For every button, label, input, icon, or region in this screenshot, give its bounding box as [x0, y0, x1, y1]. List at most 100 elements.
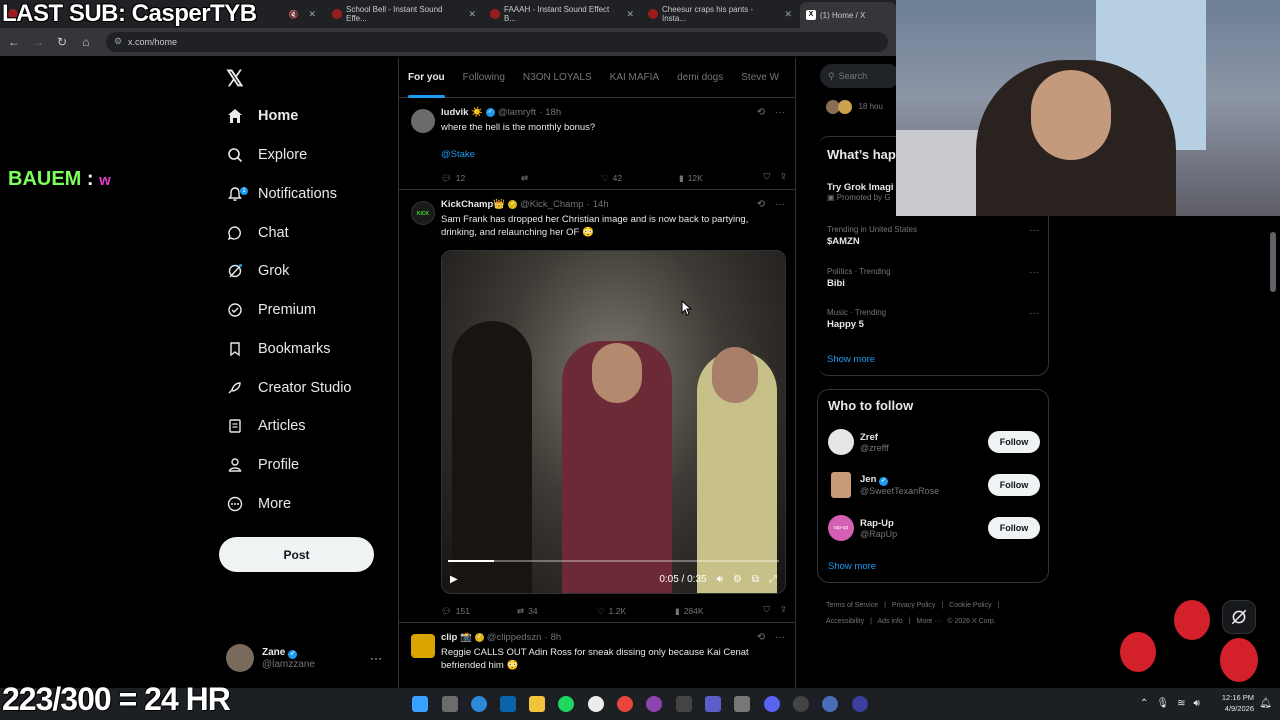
tweet[interactable]: clip 📸 ✓ @clippedszn · 8h ⟲ ··· Reggie C… — [399, 624, 795, 698]
share-icon[interactable]: ⇪ — [780, 604, 787, 615]
microphone-icon[interactable]: 🎙︎ — [1156, 698, 1169, 709]
x-logo-icon[interactable]: 𝕏 — [226, 66, 250, 91]
teams-icon[interactable] — [705, 696, 721, 712]
tweet-avatar[interactable] — [411, 634, 435, 658]
reply-action[interactable]: 💬︎ 151 — [441, 604, 517, 618]
trend-item[interactable]: Music · Trending Happy 5 ··· — [827, 308, 1039, 330]
nav-notifications[interactable]: 1 Notifications — [226, 179, 337, 209]
footer-link[interactable]: Privacy Policy — [892, 602, 936, 609]
play-icon[interactable]: ▶ — [450, 574, 458, 585]
app-icon[interactable] — [734, 696, 750, 712]
tab-n3on-loyals[interactable]: N3ON LOYALS — [514, 58, 601, 98]
windows-start-icon[interactable] — [412, 696, 428, 712]
trend-item[interactable]: Politics · Trending Bibi ··· — [827, 267, 1039, 289]
nav-bookmarks[interactable]: Bookmarks — [226, 334, 331, 364]
tab-following[interactable]: Following — [454, 58, 514, 98]
tab-for-you[interactable]: For you — [399, 58, 454, 98]
like-action[interactable]: ♡ 1.2K — [597, 604, 675, 618]
tweet-author-name[interactable]: KickChamp👑 — [441, 199, 505, 210]
tweet-video-player[interactable]: ▶ 0:05 / 0:35 🔊︎ ⚙ ⧉ ⤢ — [441, 250, 786, 594]
app-icon[interactable] — [852, 696, 868, 712]
share-icon[interactable]: ⇪ — [780, 171, 787, 182]
nav-explore[interactable]: Explore — [226, 140, 307, 170]
show-more-follow-link[interactable]: Show more — [828, 561, 876, 572]
more-dots-icon[interactable]: ··· — [775, 107, 785, 118]
more-dots-icon[interactable]: ··· — [1029, 225, 1039, 236]
notification-bell-icon[interactable]: 🔔︎ — [1259, 698, 1272, 709]
more-dots-icon[interactable]: ··· — [370, 651, 382, 665]
follow-button[interactable]: Follow — [988, 517, 1040, 539]
app-icon[interactable] — [646, 696, 662, 712]
file-explorer-icon[interactable] — [529, 696, 545, 712]
tab-cheesur[interactable]: Cheesur craps his pants - Insta... ✕ — [642, 4, 798, 24]
tab-steve-w[interactable]: Steve W — [732, 58, 788, 98]
tweet-time[interactable]: 18h — [545, 107, 561, 118]
tab-school-bell[interactable]: School Bell - Instant Sound Effe... ✕ — [326, 4, 482, 24]
nav-more[interactable]: More — [226, 489, 291, 519]
task-view-icon[interactable] — [442, 696, 458, 712]
settings-icon[interactable]: ⚙ — [733, 574, 742, 585]
close-icon[interactable]: ✕ — [468, 9, 476, 20]
footer-link[interactable]: Terms of Service — [826, 602, 878, 609]
tweet-avatar[interactable] — [411, 109, 435, 133]
site-info-icon[interactable]: ⚙ — [114, 36, 122, 47]
account-switcher[interactable]: Zane ✓ @lamzzane ··· — [226, 643, 386, 673]
grok-icon[interactable]: ⟲ — [757, 199, 765, 210]
more-dots-icon[interactable]: ··· — [1029, 308, 1039, 319]
more-dots-icon[interactable]: ··· — [775, 199, 785, 210]
nav-creator-studio[interactable]: Creator Studio — [226, 373, 352, 403]
trend-item[interactable]: Trending in United States $AMZN ··· — [827, 225, 1039, 247]
follow-button[interactable]: Follow — [988, 431, 1040, 453]
video-progress-bar[interactable] — [448, 560, 779, 562]
app-icon[interactable] — [822, 696, 838, 712]
volume-icon[interactable]: 🔊︎ — [717, 574, 723, 585]
fullscreen-icon[interactable]: ⤢ — [769, 574, 777, 585]
search-input[interactable]: ⚲ Search — [820, 64, 900, 88]
close-icon[interactable]: ✕ — [784, 9, 792, 20]
mute-icon[interactable]: 🔇 — [288, 10, 298, 19]
edge-icon[interactable] — [471, 696, 487, 712]
follow-suggestion[interactable]: rap-up Rap-Up @RapUp Follow — [828, 513, 1040, 543]
follow-suggestion[interactable]: Zref @zrefff Follow — [828, 427, 1040, 457]
nav-articles[interactable]: Articles — [226, 411, 306, 441]
footer-link[interactable]: Ads info — [877, 618, 902, 625]
close-icon[interactable]: ✕ — [626, 9, 634, 20]
tab-demi-dogs[interactable]: demi dogs — [668, 58, 732, 98]
partial-live-item[interactable]: 18 hou — [826, 100, 883, 114]
tweet-author-name[interactable]: clip 📸 — [441, 632, 472, 643]
forward-icon[interactable]: → — [26, 30, 50, 54]
grok-float-button[interactable] — [1222, 600, 1256, 634]
show-more-trends-link[interactable]: Show more — [827, 354, 875, 365]
nav-home[interactable]: Home — [226, 101, 298, 131]
bookmark-icon[interactable]: ⛉ — [763, 604, 769, 615]
reply-action[interactable]: 💬︎ 12 — [441, 171, 521, 185]
chrome-icon[interactable] — [617, 696, 633, 712]
tab-x-home[interactable]: X (1) Home / X — [800, 2, 896, 28]
more-dots-icon[interactable]: ··· — [775, 632, 785, 643]
nav-chat[interactable]: Chat — [226, 218, 289, 248]
tweet-author-handle[interactable]: @clippedszn — [487, 632, 542, 643]
tweet-avatar[interactable]: KICK — [411, 201, 435, 225]
volume-icon[interactable]: 🔊︎ — [1193, 698, 1199, 709]
close-icon[interactable]: ✕ — [308, 9, 316, 20]
views-action[interactable]: ▮ 12K — [679, 171, 703, 185]
like-action[interactable]: ♡ 42 — [601, 171, 679, 185]
tab-faaah[interactable]: FAAAH - Instant Sound Effect B... ✕ — [484, 4, 640, 24]
tweet-author-handle[interactable]: @lamryft — [498, 107, 536, 118]
app-icon[interactable] — [588, 696, 604, 712]
pip-icon[interactable]: ⧉ — [752, 574, 759, 585]
clock[interactable]: 12:16 PM 4/9/2026 — [1222, 692, 1254, 714]
repost-action[interactable]: ⇄ — [521, 171, 601, 185]
tweet-time[interactable]: 8h — [551, 632, 562, 643]
bookmark-icon[interactable]: ⛉ — [763, 171, 769, 182]
tweet-time[interactable]: 14h — [593, 199, 609, 210]
tab-kai-mafia[interactable]: KAI MAFIA — [601, 58, 668, 98]
nav-premium[interactable]: Premium — [226, 295, 316, 325]
repost-action[interactable]: ⇄ 34 — [517, 604, 597, 618]
footer-link[interactable]: Cookie Policy — [949, 602, 991, 609]
settings-icon[interactable] — [793, 696, 809, 712]
address-bar[interactable]: ⚙ x.com/home — [106, 32, 888, 52]
home-page-icon[interactable]: ⌂ — [74, 30, 98, 54]
more-dots-icon[interactable]: ··· — [1029, 267, 1039, 278]
grok-icon[interactable]: ⟲ — [757, 107, 765, 118]
